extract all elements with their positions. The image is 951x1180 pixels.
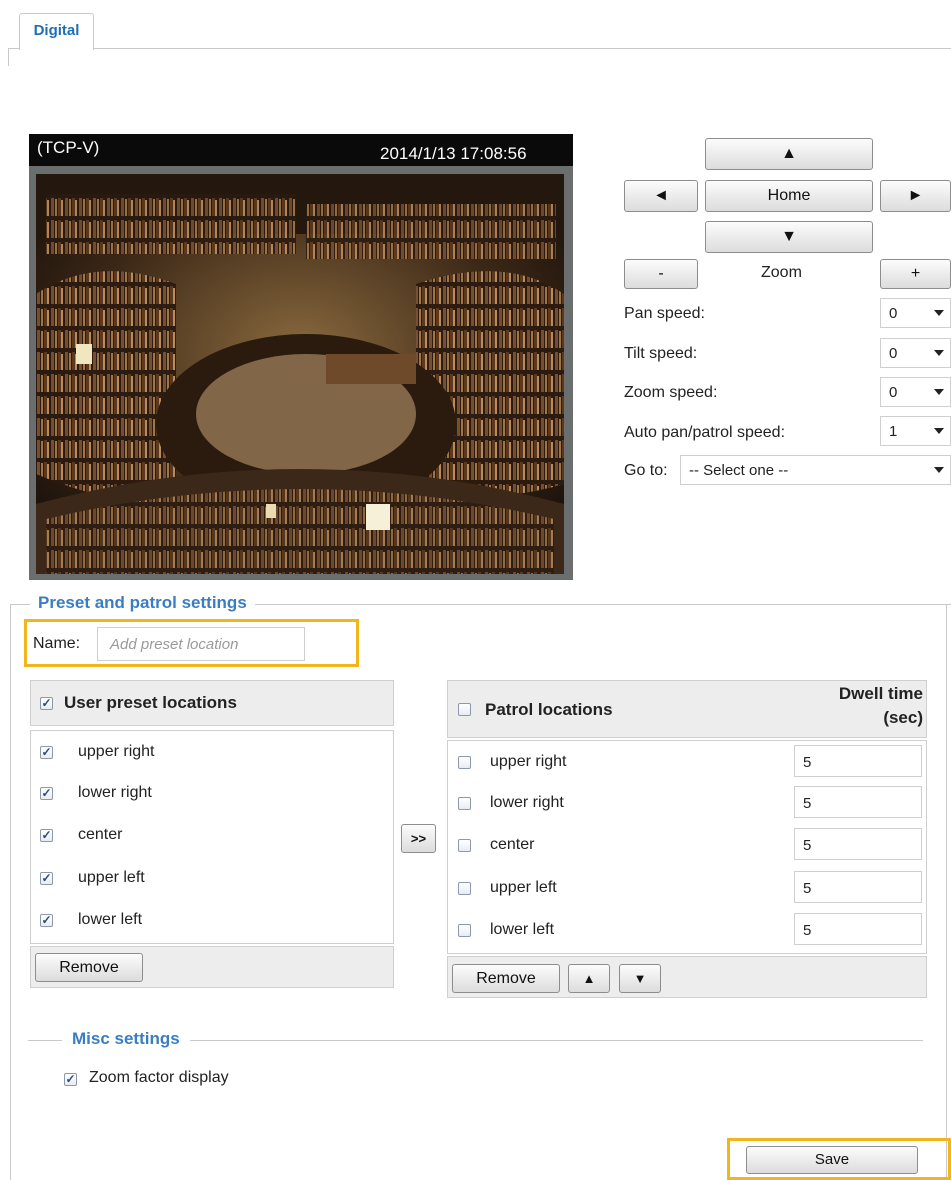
select-all-patrol-checkbox[interactable] (458, 703, 471, 716)
video-protocol-label: (TCP-V) (37, 138, 100, 157)
dwell-time-input[interactable]: 5 (794, 786, 922, 818)
user-preset-title: User preset locations (64, 693, 237, 712)
patrol-item-checkbox[interactable] (458, 756, 471, 769)
user-item-checkbox[interactable]: ✓ (40, 787, 53, 800)
pan-speed-value: 0 (889, 305, 898, 322)
goto-label: Go to: (624, 462, 668, 479)
goto-preset-select[interactable]: -- Select one -- (680, 455, 951, 485)
tilt-speed-label: Tilt speed: (624, 345, 698, 362)
auto-speed-label: Auto pan/patrol speed: (624, 424, 786, 441)
user-item-checkbox[interactable]: ✓ (40, 872, 53, 885)
patrol-item-checkbox[interactable] (458, 797, 471, 810)
video-timestamp: 2014/1/13 17:08:56 (380, 144, 527, 163)
preset-fieldset-left (10, 604, 11, 1180)
zoom-in-button[interactable]: + (880, 259, 951, 289)
remove-user-preset-button[interactable]: Remove (35, 953, 143, 982)
dropdown-arrow-icon (934, 467, 944, 473)
zoom-label: Zoom (761, 264, 802, 281)
tab-bar-line (8, 48, 951, 49)
remove-patrol-button[interactable]: Remove (452, 964, 560, 993)
patrol-item-label: lower left (490, 921, 555, 938)
dwell-time-input[interactable]: 5 (794, 745, 922, 777)
patrol-item-label: center (490, 836, 535, 853)
dwell-time-input[interactable]: 5 (794, 913, 922, 945)
patrol-title: Patrol locations (485, 700, 613, 719)
patrol-item-label: lower right (490, 794, 564, 811)
zoom-speed-select[interactable]: 0 (880, 377, 951, 407)
user-item-label: upper right (78, 743, 155, 760)
move-up-button[interactable]: ▲ (568, 964, 610, 993)
add-to-patrol-button[interactable]: >> (401, 824, 436, 853)
pan-left-button[interactable]: ◄ (624, 180, 698, 212)
user-item-label: lower left (78, 911, 143, 928)
zoom-out-button[interactable]: - (624, 259, 698, 289)
user-item-label: lower right (78, 784, 152, 801)
patrol-item-checkbox[interactable] (458, 882, 471, 895)
dropdown-arrow-icon (934, 350, 944, 356)
user-item-label: center (78, 826, 123, 843)
live-video-image[interactable] (36, 174, 564, 574)
tilt-speed-select[interactable]: 0 (880, 338, 951, 368)
save-button[interactable]: Save (746, 1146, 918, 1174)
dropdown-arrow-icon (934, 310, 944, 316)
user-item-checkbox[interactable]: ✓ (40, 746, 53, 759)
tab-digital[interactable]: Digital (19, 13, 94, 50)
preset-fieldset-right (946, 604, 947, 1180)
goto-value: -- Select one -- (689, 462, 789, 479)
home-button[interactable]: Home (705, 180, 873, 212)
tilt-down-button[interactable]: ▼ (705, 221, 873, 253)
preset-name-input[interactable]: Add preset location (97, 627, 305, 661)
patrol-item-checkbox[interactable] (458, 839, 471, 852)
dwell-time-input[interactable]: 5 (794, 871, 922, 903)
tilt-up-button[interactable]: ▲ (705, 138, 873, 170)
dropdown-arrow-icon (934, 389, 944, 395)
user-item-label: upper left (78, 869, 145, 886)
zoom-speed-value: 0 (889, 384, 898, 401)
user-item-checkbox[interactable]: ✓ (40, 829, 53, 842)
dwell-time-header: Dwell time (838, 684, 923, 703)
auto-patrol-speed-select[interactable]: 1 (880, 416, 951, 446)
select-all-user-checkbox[interactable]: ✓ (40, 697, 53, 710)
name-label: Name: (33, 635, 81, 652)
patrol-item-label: upper right (490, 753, 567, 770)
dwell-time-input[interactable]: 5 (794, 828, 922, 860)
patrol-item-checkbox[interactable] (458, 924, 471, 937)
tilt-speed-value: 0 (889, 345, 898, 362)
dwell-time-unit: (sec) (883, 708, 923, 727)
zoom-factor-label: Zoom factor display (89, 1069, 229, 1086)
auto-speed-value: 1 (889, 423, 898, 440)
pan-speed-label: Pan speed: (624, 305, 705, 322)
pan-right-button[interactable]: ► (880, 180, 951, 212)
tab-bar-edge (8, 48, 9, 66)
move-down-button[interactable]: ▼ (619, 964, 661, 993)
pan-speed-select[interactable]: 0 (880, 298, 951, 328)
preset-legend: Preset and patrol settings (30, 593, 255, 613)
misc-legend: Misc settings (62, 1029, 190, 1049)
user-item-checkbox[interactable]: ✓ (40, 914, 53, 927)
patrol-item-label: upper left (490, 879, 557, 896)
zoom-factor-checkbox[interactable]: ✓ (64, 1073, 77, 1086)
zoom-speed-label: Zoom speed: (624, 384, 718, 401)
dropdown-arrow-icon (934, 428, 944, 434)
